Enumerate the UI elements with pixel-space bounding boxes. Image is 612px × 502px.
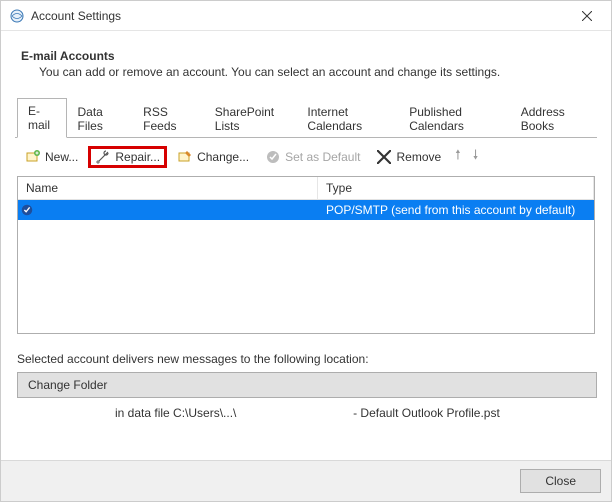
cell-type: POP/SMTP (send from this account by defa… bbox=[318, 201, 583, 219]
app-icon bbox=[9, 8, 25, 24]
new-label: New... bbox=[45, 150, 78, 164]
arrow-down-icon: 🠗 bbox=[473, 146, 479, 168]
account-settings-window: Account Settings E-mail Accounts You can… bbox=[0, 0, 612, 502]
change-icon bbox=[177, 149, 193, 165]
tab-rss-feeds[interactable]: RSS Feeds bbox=[132, 99, 204, 138]
move-up-button[interactable]: 🠕 bbox=[451, 144, 465, 170]
repair-button[interactable]: Repair... bbox=[88, 146, 167, 168]
account-row[interactable]: POP/SMTP (send from this account by defa… bbox=[18, 200, 594, 220]
change-folder-button[interactable]: Change Folder bbox=[17, 372, 597, 398]
close-icon bbox=[582, 11, 592, 21]
column-type[interactable]: Type bbox=[318, 177, 594, 199]
window-title: Account Settings bbox=[31, 9, 567, 23]
content-area: E-mail Accounts You can add or remove an… bbox=[1, 31, 611, 460]
datafile-location: in data file C:\Users\...\ - Default Out… bbox=[115, 406, 595, 420]
remove-button[interactable]: Remove bbox=[370, 147, 447, 167]
set-default-label: Set as Default bbox=[285, 150, 360, 164]
check-circle-icon bbox=[265, 149, 281, 165]
move-down-button[interactable]: 🠗 bbox=[469, 144, 483, 170]
tab-data-files[interactable]: Data Files bbox=[67, 99, 133, 138]
new-button[interactable]: New... bbox=[19, 147, 84, 167]
accounts-list: Name Type POP/SMTP (send from this accou… bbox=[17, 176, 595, 334]
close-button[interactable]: Close bbox=[520, 469, 601, 493]
repair-label: Repair... bbox=[115, 150, 160, 164]
titlebar: Account Settings bbox=[1, 1, 611, 31]
arrow-up-icon: 🠕 bbox=[455, 146, 461, 168]
remove-icon bbox=[376, 149, 392, 165]
footer: Close bbox=[1, 460, 611, 501]
change-button[interactable]: Change... bbox=[171, 147, 255, 167]
tab-published-calendars[interactable]: Published Calendars bbox=[398, 99, 510, 138]
cell-name bbox=[36, 208, 318, 212]
datafile-suffix: - Default Outlook Profile.pst bbox=[353, 406, 500, 420]
tab-address-books[interactable]: Address Books bbox=[510, 99, 597, 138]
section-heading: E-mail Accounts bbox=[21, 49, 597, 63]
default-account-icon bbox=[18, 203, 36, 217]
location-intro: Selected account delivers new messages t… bbox=[17, 352, 595, 366]
tabstrip: E-mail Data Files RSS Feeds SharePoint L… bbox=[15, 97, 597, 138]
new-icon bbox=[25, 149, 41, 165]
tab-sharepoint-lists[interactable]: SharePoint Lists bbox=[204, 99, 297, 138]
section-subheading: You can add or remove an account. You ca… bbox=[39, 65, 597, 79]
change-label: Change... bbox=[197, 150, 249, 164]
remove-label: Remove bbox=[396, 150, 441, 164]
datafile-prefix: in data file C:\Users\...\ bbox=[115, 406, 236, 420]
toolbar: New... Repair... bbox=[15, 138, 597, 176]
set-default-button: Set as Default bbox=[259, 147, 366, 167]
repair-icon bbox=[95, 149, 111, 165]
window-close-button[interactable] bbox=[567, 2, 607, 30]
tab-internet-calendars[interactable]: Internet Calendars bbox=[296, 99, 398, 138]
tab-email[interactable]: E-mail bbox=[17, 98, 67, 138]
list-header: Name Type bbox=[18, 177, 594, 200]
column-name[interactable]: Name bbox=[18, 177, 318, 199]
